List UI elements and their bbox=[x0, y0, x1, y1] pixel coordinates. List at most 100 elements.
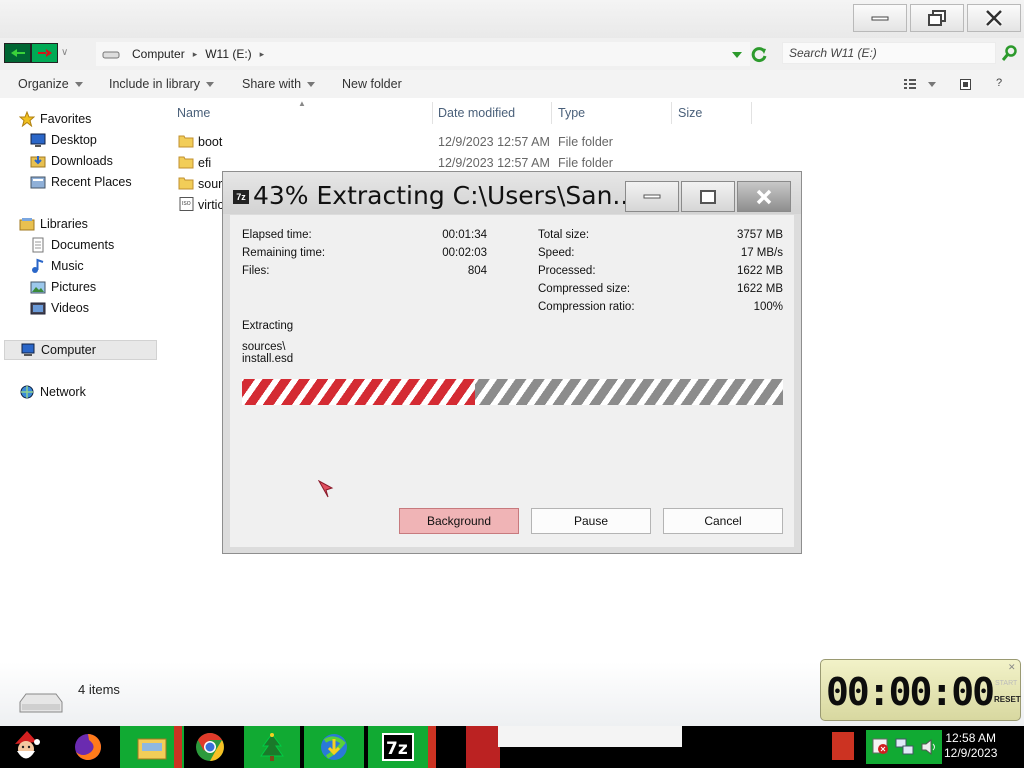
minimize-icon bbox=[871, 16, 889, 21]
christmas-tree-icon bbox=[260, 733, 284, 761]
videos-icon bbox=[30, 302, 46, 315]
music-note-icon bbox=[32, 258, 44, 273]
dialog-minimize-button[interactable] bbox=[625, 181, 679, 212]
nav-libraries[interactable]: Libraries bbox=[19, 214, 88, 234]
help-icon[interactable]: ? bbox=[996, 77, 1002, 89]
close-button[interactable] bbox=[967, 4, 1021, 32]
dialog-maximize-button[interactable] bbox=[681, 181, 735, 212]
chevron-down-icon bbox=[206, 82, 215, 88]
minimize-button[interactable] bbox=[853, 4, 907, 32]
background-button[interactable]: Background bbox=[399, 508, 519, 534]
new-folder-button[interactable]: New folder bbox=[342, 77, 402, 91]
taskbar-separator bbox=[428, 726, 436, 768]
nav-favorites[interactable]: Favorites bbox=[19, 109, 91, 129]
start-button[interactable] bbox=[4, 726, 48, 768]
column-date-modified[interactable]: Date modified bbox=[438, 106, 515, 120]
nav-recent-places[interactable]: Recent Places bbox=[30, 172, 132, 192]
taskbar-7zip[interactable]: 7z bbox=[368, 726, 428, 768]
back-button[interactable] bbox=[4, 43, 31, 63]
extraction-progress-bar bbox=[242, 379, 783, 405]
taskbar: 7z 12:58 AM 12/9/2023 bbox=[0, 726, 1024, 768]
dialog-titlebar[interactable]: 7z 43% Extracting C:\Users\San... bbox=[223, 172, 801, 214]
preview-pane-icon[interactable] bbox=[960, 79, 971, 90]
taskbar-christmas-app[interactable] bbox=[244, 726, 300, 768]
file-row[interactable]: boot 12/9/2023 12:57 AM File folder bbox=[176, 132, 756, 152]
search-input[interactable]: Search W11 (E:) bbox=[782, 42, 996, 64]
taskbar-preview-strip bbox=[498, 726, 682, 747]
share-with-button[interactable]: Share with bbox=[242, 77, 316, 91]
svg-text:7z: 7z bbox=[386, 739, 408, 759]
elapsed-time-label: Elapsed time: bbox=[242, 229, 312, 241]
action-label: Extracting bbox=[242, 320, 294, 332]
taskbar-file-explorer[interactable] bbox=[120, 726, 184, 768]
file-row[interactable]: efi 12/9/2023 12:57 AM File folder bbox=[176, 153, 756, 173]
file-explorer-icon bbox=[137, 738, 167, 760]
processed-label: Processed: bbox=[538, 265, 596, 277]
forward-button[interactable] bbox=[31, 43, 58, 63]
action-center-warning-icon[interactable] bbox=[872, 738, 890, 756]
column-divider[interactable] bbox=[671, 102, 672, 124]
tray-overflow-icon[interactable] bbox=[832, 732, 854, 760]
nav-downloads-label: Downloads bbox=[51, 154, 113, 168]
downloads-folder-icon bbox=[30, 156, 46, 168]
file-name: boot bbox=[198, 135, 223, 149]
cancel-button[interactable]: Cancel bbox=[663, 508, 783, 534]
folder-icon bbox=[178, 135, 194, 148]
nav-music[interactable]: Music bbox=[30, 256, 84, 276]
breadcrumb-drive[interactable]: W11 (E:) bbox=[205, 47, 251, 61]
file-name: virtic bbox=[198, 198, 224, 212]
column-headers: ▲ Name Date modified Type Size bbox=[170, 99, 760, 124]
stopwatch-display: 00:00:00 bbox=[826, 670, 995, 714]
network-tray-icon[interactable] bbox=[894, 736, 916, 758]
column-size[interactable]: Size bbox=[678, 106, 702, 120]
include-in-library-button[interactable]: Include in library bbox=[109, 77, 215, 91]
breadcrumb-chevron-icon[interactable]: ▸ bbox=[193, 49, 198, 60]
include-in-library-label: Include in library bbox=[109, 77, 201, 91]
libraries-icon bbox=[19, 218, 35, 231]
nav-documents[interactable]: Documents bbox=[30, 235, 114, 255]
recent-pages-dropdown[interactable]: ∨ bbox=[61, 47, 68, 58]
organize-button[interactable]: Organize bbox=[18, 77, 83, 91]
search-icon[interactable] bbox=[1002, 45, 1018, 61]
current-file: install.esd bbox=[242, 353, 294, 365]
column-divider[interactable] bbox=[551, 102, 552, 124]
widget-close-icon[interactable]: ✕ bbox=[1008, 662, 1016, 673]
nav-favorites-label: Favorites bbox=[40, 112, 92, 126]
view-options-icon[interactable] bbox=[904, 79, 916, 89]
nav-desktop[interactable]: Desktop bbox=[30, 130, 97, 150]
restore-button[interactable] bbox=[910, 4, 964, 32]
taskbar-idm[interactable] bbox=[304, 726, 364, 768]
firefox-icon bbox=[75, 734, 101, 760]
minimize-icon bbox=[643, 194, 661, 198]
nav-videos[interactable]: Videos bbox=[30, 298, 89, 318]
nav-downloads[interactable]: Downloads bbox=[30, 151, 113, 171]
taskbar-firefox[interactable] bbox=[66, 726, 110, 768]
stopwatch-reset-button[interactable]: RESET bbox=[994, 695, 1021, 704]
documents-icon bbox=[32, 237, 44, 253]
refresh-icon[interactable] bbox=[750, 46, 768, 64]
column-divider[interactable] bbox=[432, 102, 433, 124]
taskbar-item[interactable] bbox=[466, 726, 500, 768]
column-type[interactable]: Type bbox=[558, 106, 585, 120]
dialog-close-button[interactable] bbox=[737, 181, 791, 212]
address-bar[interactable]: Computer ▸ W11 (E:) ▸ bbox=[96, 42, 750, 66]
nav-pictures[interactable]: Pictures bbox=[30, 277, 96, 297]
breadcrumb-computer[interactable]: Computer bbox=[132, 47, 185, 61]
taskbar-chrome[interactable] bbox=[188, 726, 232, 768]
pause-button[interactable]: Pause bbox=[531, 508, 651, 534]
stopwatch-widget: ✕ 00:00:00 START RESET bbox=[820, 659, 1021, 721]
stopwatch-start-button[interactable]: START bbox=[995, 680, 1017, 687]
column-divider[interactable] bbox=[751, 102, 752, 124]
nav-computer[interactable]: Computer bbox=[4, 340, 157, 360]
address-dropdown-icon[interactable] bbox=[732, 52, 742, 58]
file-date: 12/9/2023 12:57 AM bbox=[438, 135, 550, 149]
nav-network[interactable]: Network bbox=[19, 382, 86, 402]
internet-download-manager-icon bbox=[321, 734, 347, 760]
sort-ascending-icon: ▲ bbox=[298, 99, 306, 108]
volume-icon[interactable] bbox=[920, 738, 938, 756]
7zip-app-icon: 7z bbox=[233, 190, 249, 204]
taskbar-clock[interactable]: 12:58 AM 12/9/2023 bbox=[944, 731, 997, 761]
view-dropdown-icon[interactable] bbox=[928, 82, 936, 87]
column-name[interactable]: Name bbox=[177, 106, 210, 120]
breadcrumb-chevron-icon[interactable]: ▸ bbox=[260, 49, 265, 60]
